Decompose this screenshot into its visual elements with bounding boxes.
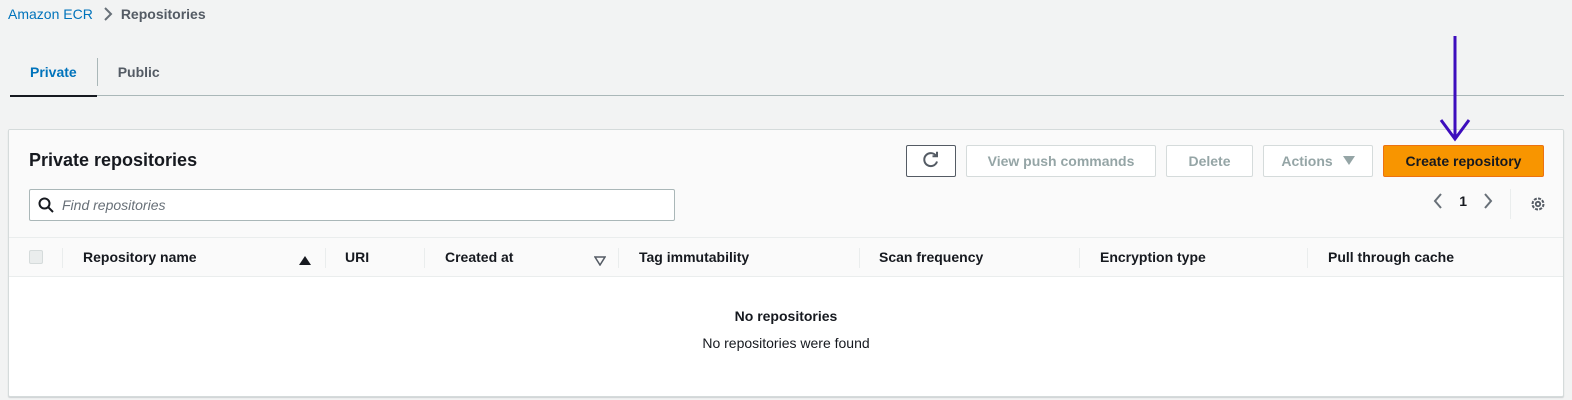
pager-divider	[1510, 189, 1511, 219]
column-header-created-at[interactable]: Created at	[445, 238, 513, 276]
sort-descending-icon[interactable]	[593, 253, 607, 269]
delete-button[interactable]: Delete	[1166, 145, 1253, 177]
chevron-right-icon	[103, 7, 113, 21]
refresh-icon	[922, 151, 940, 172]
settings-icon[interactable]	[1529, 195, 1547, 218]
column-header-repository-name[interactable]: Repository name	[83, 238, 197, 276]
column-separator	[424, 248, 425, 268]
toolbar: View push commands Delete Actions Create…	[906, 145, 1544, 177]
breadcrumb-current: Repositories	[120, 6, 206, 22]
actions-dropdown-button[interactable]: Actions	[1263, 145, 1373, 177]
chevron-left-icon[interactable]	[1433, 193, 1443, 209]
column-separator	[325, 248, 326, 268]
column-header-tag-immutability[interactable]: Tag immutability	[639, 238, 749, 276]
page-title: Private repositories	[29, 150, 198, 170]
chevron-right-icon[interactable]	[1483, 193, 1493, 209]
sort-ascending-icon[interactable]	[299, 253, 311, 269]
column-header-pull-through-cache[interactable]: Pull through cache	[1328, 238, 1454, 276]
refresh-button[interactable]	[906, 145, 956, 177]
column-header-encryption-type[interactable]: Encryption type	[1100, 238, 1206, 276]
search-field	[29, 189, 675, 221]
create-repository-button[interactable]: Create repository	[1383, 145, 1544, 177]
select-all-checkbox[interactable]	[29, 250, 43, 264]
tab-public[interactable]: Public	[98, 48, 180, 96]
caret-down-icon	[1342, 153, 1355, 169]
current-page-number[interactable]: 1	[1459, 193, 1467, 209]
column-header-uri[interactable]: URI	[345, 238, 369, 276]
breadcrumb: Amazon ECR Repositories	[8, 4, 206, 24]
search-icon	[30, 197, 62, 213]
empty-state: No repositories No repositories were fou…	[9, 308, 1563, 351]
pagination: 1	[1433, 193, 1493, 209]
column-separator	[859, 248, 860, 268]
table-header-row: Repository name URI Created at Tag immut…	[9, 237, 1563, 277]
tab-private[interactable]: Private	[10, 48, 97, 97]
repositories-table-container: Private repositories View push commands …	[8, 129, 1564, 397]
column-separator	[1307, 248, 1308, 268]
column-separator	[1079, 248, 1080, 268]
empty-state-title: No repositories	[734, 308, 838, 324]
tab-list: Private Public	[10, 48, 1564, 97]
empty-state-subtitle: No repositories were found	[702, 335, 870, 351]
annotation-arrow-icon	[1438, 34, 1472, 149]
actions-label: Actions	[1281, 153, 1333, 169]
view-push-commands-button[interactable]: View push commands	[966, 145, 1156, 177]
column-header-scan-frequency[interactable]: Scan frequency	[879, 238, 983, 276]
search-input[interactable]	[62, 190, 674, 220]
column-separator	[62, 248, 63, 268]
breadcrumb-amazon-ecr[interactable]: Amazon ECR	[8, 6, 93, 22]
column-separator	[618, 248, 619, 268]
